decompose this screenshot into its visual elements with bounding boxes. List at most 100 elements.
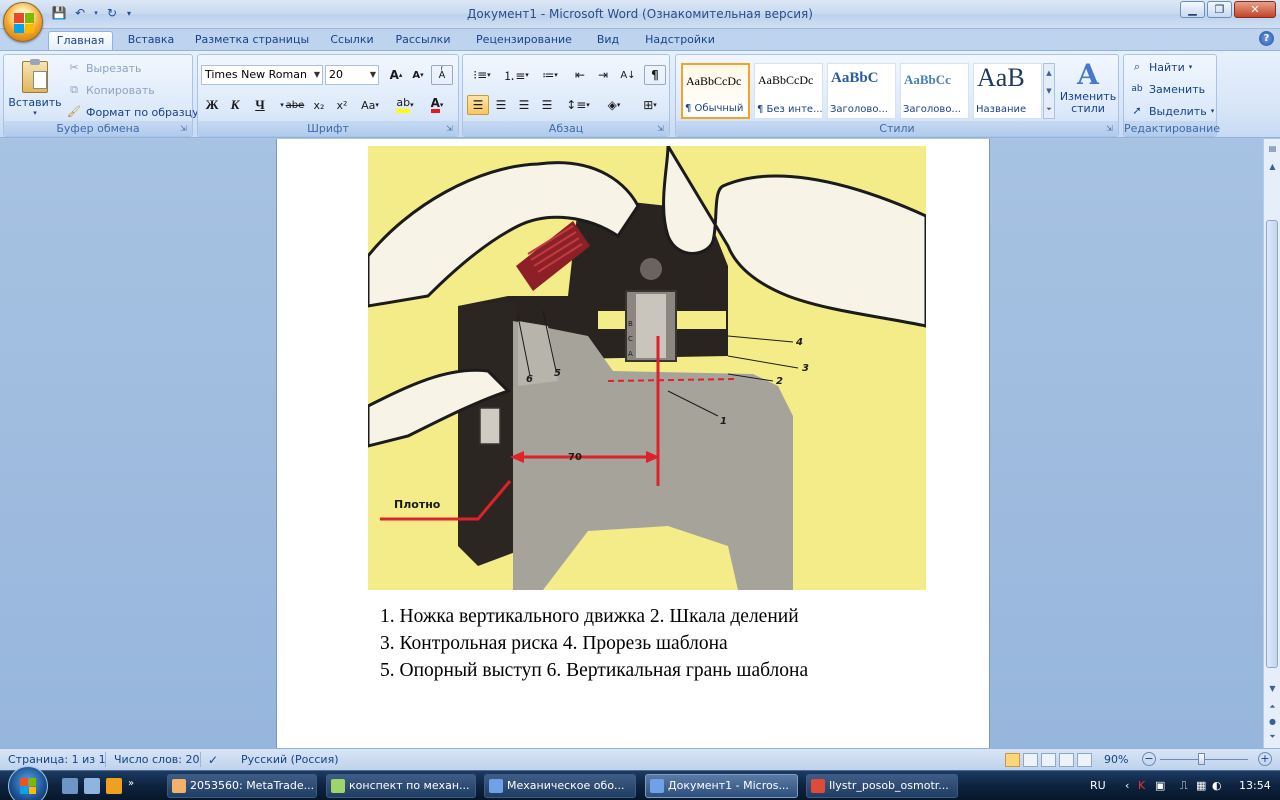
- shrink-font-button[interactable]: A ▾: [407, 65, 429, 85]
- dialog-launcher-icon[interactable]: ⇲: [657, 124, 666, 133]
- zoom-slider-thumb[interactable]: [1198, 753, 1205, 765]
- help-icon[interactable]: ?: [1259, 31, 1274, 46]
- browse-object-icon[interactable]: ●: [1265, 714, 1280, 729]
- volume-icon[interactable]: ◐: [1212, 779, 1222, 792]
- previous-page-icon[interactable]: ⏶: [1265, 699, 1280, 714]
- font-color-button[interactable]: A ▾: [422, 95, 452, 115]
- increase-indent-button[interactable]: ⇥: [592, 65, 614, 85]
- dialog-launcher-icon[interactable]: ⇲: [1106, 124, 1115, 133]
- underline-button[interactable]: Ч: [249, 95, 271, 115]
- find-button[interactable]: ⌕ Найти ▾: [1129, 59, 1192, 75]
- font-family-combo[interactable]: Times New Roman ▼: [201, 65, 323, 85]
- scrollbar-thumb[interactable]: [1266, 220, 1278, 668]
- page-count[interactable]: Страница: 1 из 1: [8, 753, 106, 766]
- show-desktop-icon[interactable]: [62, 778, 78, 794]
- network-icon[interactable]: ▦: [1196, 779, 1206, 792]
- sort-button[interactable]: A↓: [617, 65, 639, 85]
- printer-icon[interactable]: ▣: [1155, 779, 1165, 792]
- scroll-down-icon[interactable]: ▼: [1265, 681, 1280, 696]
- web-layout-icon[interactable]: [1041, 753, 1056, 767]
- align-right-button[interactable]: ☰: [513, 95, 535, 115]
- styles-scroll[interactable]: ▲ ▼ ⏷: [1043, 63, 1055, 119]
- full-screen-reading-icon[interactable]: [1023, 753, 1038, 767]
- format-painter-button[interactable]: 🖌 Формат по образцу: [66, 104, 199, 120]
- taskbar-item-mekhanicheskoe[interactable]: Механическое обо...: [484, 774, 636, 798]
- shading-button[interactable]: ◈ ▾: [599, 95, 629, 115]
- document-page[interactable]: BCA 1 2 3 4 5 6 70 Плотно 1. Ножка верти…: [277, 139, 989, 748]
- usb-icon[interactable]: ⎍: [1180, 779, 1188, 793]
- italic-button[interactable]: К: [224, 95, 246, 115]
- cut-button[interactable]: ✂ Вырезать: [66, 60, 141, 76]
- borders-button[interactable]: ⊞ ▾: [635, 95, 665, 115]
- superscript-button[interactable]: x²: [331, 95, 353, 115]
- align-left-button[interactable]: ☰: [467, 95, 489, 115]
- numbering-button[interactable]: ⒈≡ ▾: [501, 65, 531, 85]
- draft-view-icon[interactable]: [1077, 753, 1092, 767]
- spellcheck-icon[interactable]: ✓: [208, 753, 218, 767]
- dialog-launcher-icon[interactable]: ⇲: [180, 124, 189, 133]
- media-player-icon[interactable]: [106, 778, 122, 794]
- clock[interactable]: 13:54: [1239, 779, 1271, 792]
- highlight-button[interactable]: ab ▾: [390, 95, 420, 115]
- font-size-combo[interactable]: 20 ▼: [325, 65, 379, 85]
- grow-font-button[interactable]: A ▴: [385, 65, 407, 85]
- tab-home[interactable]: Главная: [48, 31, 113, 50]
- style-no-spacing[interactable]: AaBbCcDc ¶ Без инте...: [754, 63, 823, 119]
- taskbar-item-ilystr[interactable]: Ilystr_posob_osmotr...: [806, 774, 958, 798]
- paste-button[interactable]: Вставить ▾: [8, 57, 62, 121]
- strikethrough-button[interactable]: abe: [284, 95, 306, 115]
- show-formatting-button[interactable]: ¶: [644, 65, 666, 85]
- style-heading-2[interactable]: AaBbCc Заголово...: [900, 63, 969, 119]
- office-button[interactable]: [3, 2, 43, 42]
- style-title[interactable]: AaB Название: [973, 63, 1042, 119]
- zoom-in-icon[interactable]: +: [1258, 752, 1272, 766]
- language-indicator[interactable]: Русский (Россия): [241, 753, 339, 766]
- taskbar-item-document1[interactable]: Документ1 - Micros...: [645, 774, 798, 798]
- tab-view[interactable]: Вид: [590, 31, 626, 50]
- maximize-button[interactable]: ❐: [1207, 1, 1232, 18]
- minimize-button[interactable]: ▁: [1180, 1, 1205, 18]
- copy-button[interactable]: ⧉ Копировать: [66, 82, 155, 98]
- tab-review[interactable]: Рецензирование: [470, 31, 578, 50]
- scroll-up-icon[interactable]: ▲: [1265, 159, 1280, 174]
- zoom-level[interactable]: 90%: [1104, 753, 1128, 766]
- tray-expand-icon[interactable]: ‹: [1125, 779, 1129, 792]
- gauge-illustration[interactable]: BCA 1 2 3 4 5 6 70 Плотно: [368, 146, 926, 590]
- multilevel-list-button[interactable]: ≔ ▾: [535, 65, 565, 85]
- change-case-button[interactable]: Aa ▾: [356, 95, 384, 115]
- bullets-button[interactable]: ⁝≡ ▾: [467, 65, 497, 85]
- style-normal[interactable]: AaBbCcDc ¶ Обычный: [681, 63, 750, 119]
- select-button[interactable]: ➚ Выделить ▾: [1129, 103, 1214, 119]
- align-center-button[interactable]: ☰: [490, 95, 512, 115]
- start-button[interactable]: [8, 766, 48, 800]
- style-heading-1[interactable]: AaBbC Заголово...: [827, 63, 896, 119]
- switch-windows-icon[interactable]: [84, 778, 100, 794]
- justify-button[interactable]: ☰: [536, 95, 558, 115]
- close-button[interactable]: ✕: [1234, 1, 1276, 18]
- more-quick-launch-icon[interactable]: »: [128, 778, 134, 794]
- clear-formatting-button[interactable]: Aͬ: [431, 65, 453, 85]
- decrease-indent-button[interactable]: ⇤: [569, 65, 591, 85]
- taskbar-item-konspekt[interactable]: конспект по механ...: [326, 774, 476, 798]
- taskbar-item-metatrader[interactable]: 2053560: MetaTrade...: [167, 774, 317, 798]
- subscript-button[interactable]: x₂: [308, 95, 330, 115]
- next-page-icon[interactable]: ⏷: [1265, 729, 1280, 744]
- ruler-toggle-icon[interactable]: ▤: [1265, 141, 1280, 156]
- dialog-launcher-icon[interactable]: ⇲: [446, 124, 455, 133]
- zoom-out-icon[interactable]: −: [1142, 752, 1156, 766]
- paste-dropdown-icon[interactable]: ▾: [8, 109, 62, 117]
- tab-page-layout[interactable]: Разметка страницы: [192, 31, 312, 50]
- print-layout-icon[interactable]: [1005, 753, 1020, 767]
- outline-view-icon[interactable]: [1059, 753, 1074, 767]
- line-spacing-button[interactable]: ↕≡ ▾: [563, 95, 593, 115]
- bold-button[interactable]: Ж: [201, 95, 223, 115]
- tab-references[interactable]: Ссылки: [324, 31, 380, 50]
- language-bar[interactable]: RU: [1090, 779, 1106, 792]
- vertical-scrollbar[interactable]: ▤ ▲ ▼ ⏶ ● ⏷: [1263, 139, 1280, 748]
- replace-button[interactable]: ab Заменить: [1129, 81, 1205, 97]
- word-count[interactable]: Число слов: 20: [114, 753, 200, 766]
- tab-addins[interactable]: Надстройки: [640, 31, 720, 50]
- tab-mailings[interactable]: Рассылки: [390, 31, 456, 50]
- tab-insert[interactable]: Вставка: [122, 31, 180, 50]
- change-styles-button[interactable]: A Изменить стили: [1058, 59, 1118, 121]
